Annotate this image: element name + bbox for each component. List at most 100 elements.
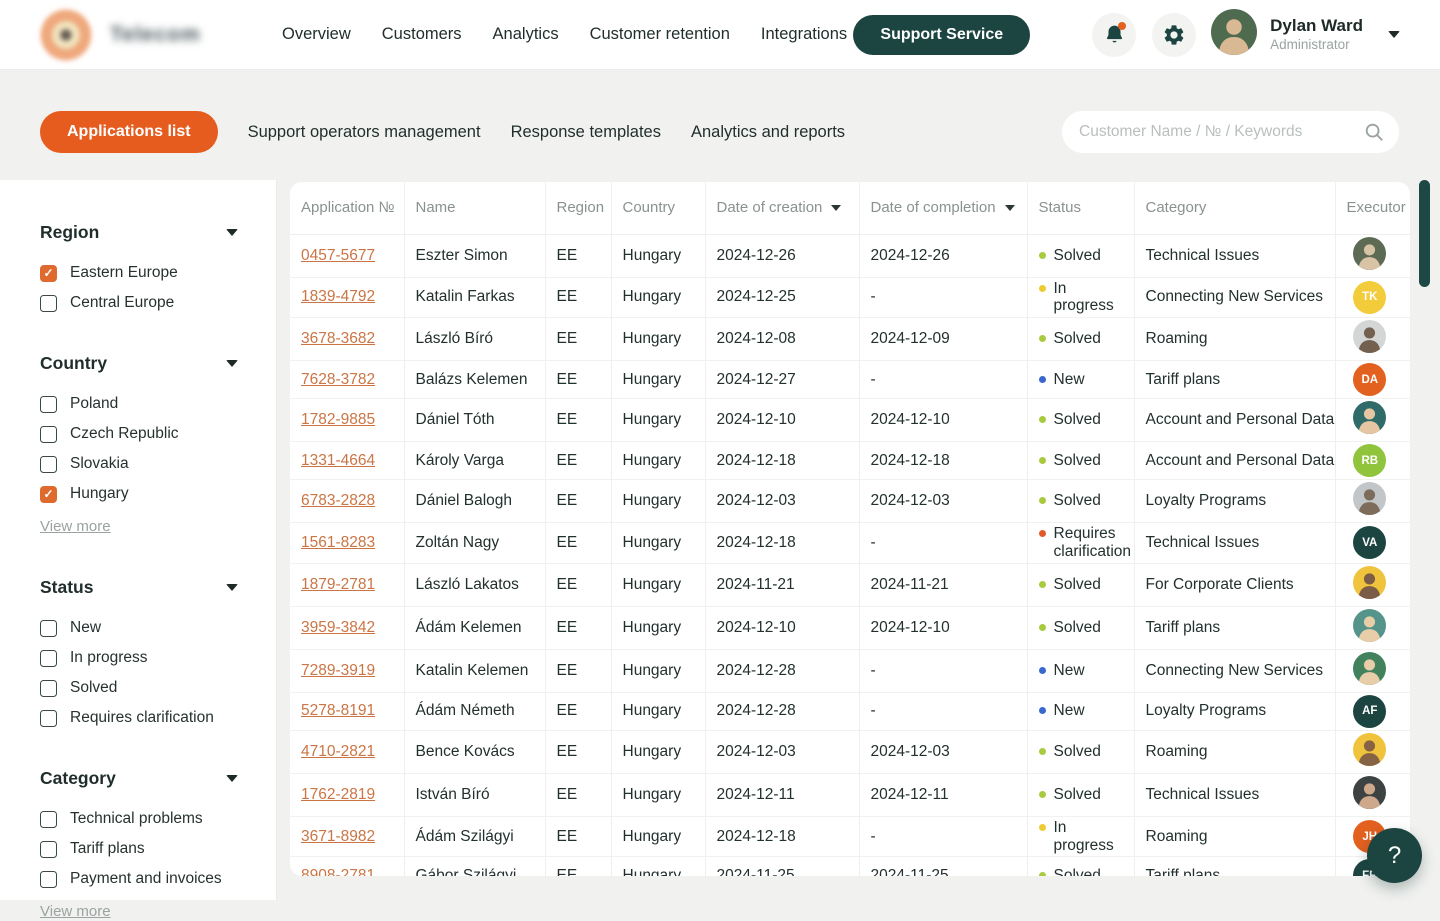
filter-section-header-status[interactable]: Status [40,577,238,598]
column-header-date-of-completion[interactable]: Date of completion [859,182,1027,234]
status-dot-icon [1039,497,1046,504]
status-dot-icon [1039,748,1046,755]
filter-option-central-europe[interactable]: Central Europe [40,294,238,312]
filter-option-solved[interactable]: Solved [40,679,238,697]
column-header-date-of-creation[interactable]: Date of creation [705,182,859,234]
user-menu[interactable]: Dylan Ward Administrator [1211,9,1400,60]
nav-item-customers[interactable]: Customers [382,25,462,44]
checkbox-unchecked[interactable] [40,295,57,312]
checkbox-checked[interactable] [40,486,57,503]
avatar-photo [1353,237,1386,270]
search-input[interactable] [1062,111,1399,153]
filter-option-technical-problems[interactable]: Technical problems [40,810,238,828]
checkbox-unchecked[interactable] [40,841,57,858]
checkbox-unchecked[interactable] [40,650,57,667]
cell-name: Katalin Farkas [404,277,545,318]
sort-chevron-icon[interactable] [831,205,841,211]
application-number-link[interactable]: 0457-5677 [301,247,375,264]
filter-option-hungary[interactable]: Hungary [40,485,238,503]
checkbox-unchecked[interactable] [40,620,57,637]
support-service-button[interactable]: Support Service [853,15,1030,55]
settings-button[interactable] [1152,13,1196,57]
nav-item-customer-retention[interactable]: Customer retention [590,25,730,44]
checkbox-unchecked[interactable] [40,871,57,888]
cell-country: Hungary [611,816,705,857]
filter-section-header-country[interactable]: Country [40,353,238,374]
cell-country: Hungary [611,649,705,692]
user-name: Dylan Ward [1270,16,1363,36]
sort-chevron-icon[interactable] [1005,205,1015,211]
filter-option-payment-and-invoices[interactable]: Payment and invoices [40,870,238,888]
application-number-link[interactable]: 8908-2781 [301,867,375,876]
main-nav: Overview Customers Analytics Customer reten… [282,25,847,44]
application-number-link[interactable]: 6783-2828 [301,492,375,509]
filter-option-in-progress[interactable]: In progress [40,649,238,667]
cell-date-of-completion: 2024-11-21 [859,563,1027,606]
checkbox-checked[interactable] [40,265,57,282]
view-more-link[interactable]: View more [40,518,111,535]
application-number-link[interactable]: 1331-4664 [301,452,375,469]
cell-category: Account and Personal Data [1134,399,1335,442]
checkbox-unchecked[interactable] [40,710,57,727]
application-number-link[interactable]: 1782-9885 [301,411,375,428]
column-header-application: Application № [290,182,404,234]
cell-date-of-creation: 2024-12-28 [705,649,859,692]
cell-status: Solved [1027,773,1134,816]
cell-region: EE [545,692,611,730]
cell-country: Hungary [611,442,705,480]
cell-executor [1335,606,1410,649]
tab-support-operators-management[interactable]: Support operators management [248,123,481,142]
nav-item-overview[interactable]: Overview [282,25,351,44]
application-number-link[interactable]: 1762-2819 [301,786,375,803]
nav-item-integrations[interactable]: Integrations [761,25,847,44]
application-number-link[interactable]: 7628-3782 [301,371,375,388]
application-number-link[interactable]: 3671-8982 [301,828,375,845]
application-number-link[interactable]: 3678-3682 [301,330,375,347]
filter-option-requires-clarification[interactable]: Requires clarification [40,709,238,727]
filter-option-eastern-europe[interactable]: Eastern Europe [40,264,238,282]
application-number-link[interactable]: 5278-8191 [301,702,375,719]
application-number-link[interactable]: 1561-8283 [301,534,375,551]
filter-option-tariff-plans[interactable]: Tariff plans [40,840,238,858]
checkbox-unchecked[interactable] [40,426,57,443]
filter-option-label: Czech Republic [70,425,179,443]
view-more-link[interactable]: View more [40,903,111,920]
cell-region: EE [545,523,611,564]
checkbox-unchecked[interactable] [40,680,57,697]
application-number-link[interactable]: 1879-2781 [301,576,375,593]
cell-country: Hungary [611,563,705,606]
filter-option-czech-republic[interactable]: Czech Republic [40,425,238,443]
filter-option-poland[interactable]: Poland [40,395,238,413]
cell-executor: TK [1335,277,1410,318]
cell-country: Hungary [611,857,705,876]
person-icon [1353,609,1386,642]
cell-country: Hungary [611,692,705,730]
cell-application-number: 1762-2819 [290,773,404,816]
nav-item-analytics[interactable]: Analytics [493,25,559,44]
application-number-link[interactable]: 1839-4792 [301,288,375,305]
notifications-button[interactable] [1092,13,1136,57]
application-number-link[interactable]: 3959-3842 [301,619,375,636]
cell-status: Solved [1027,234,1134,277]
table-scrollbar[interactable] [1419,180,1430,287]
cell-category: Loyalty Programs [1134,692,1335,730]
filter-option-slovakia[interactable]: Slovakia [40,455,238,473]
filter-option-new[interactable]: New [40,619,238,637]
checkbox-unchecked[interactable] [40,456,57,473]
checkbox-unchecked[interactable] [40,396,57,413]
cell-country: Hungary [611,773,705,816]
table-row: 7628-3782Balázs KelemenEEHungary2024-12-… [290,361,1410,399]
column-header-label: Date of creation [717,199,823,216]
tab-response-templates[interactable]: Response templates [511,123,661,142]
status-label: Solved [1054,411,1101,429]
help-button[interactable]: ? [1367,828,1422,883]
application-number-link[interactable]: 7289-3919 [301,662,375,679]
application-number-link[interactable]: 4710-2821 [301,743,375,760]
section-tabs: Applications list Support operators manag… [40,111,845,153]
tab-applications-list[interactable]: Applications list [40,111,218,153]
filter-section-header-region[interactable]: Region [40,222,238,243]
tab-analytics-and-reports[interactable]: Analytics and reports [691,123,845,142]
person-icon [1353,652,1386,685]
filter-section-header-category[interactable]: Category [40,768,238,789]
checkbox-unchecked[interactable] [40,811,57,828]
